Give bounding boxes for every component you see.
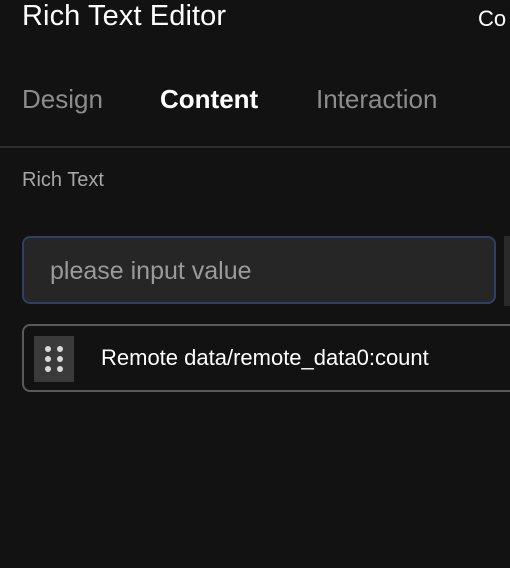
data-binding-label: Remote data/remote_data0:count: [101, 345, 429, 370]
rich-text-input[interactable]: [48, 238, 492, 304]
tab-design[interactable]: Design: [22, 84, 103, 115]
tab-content[interactable]: Content: [160, 84, 258, 115]
rich-text-label: Rich Text: [22, 169, 104, 191]
input-side-button[interactable]: [504, 236, 510, 306]
rich-text-input-container: [22, 236, 496, 304]
rich-text-editor-panel: Rich Text Editor Co Design Content Inter…: [0, 0, 510, 568]
tab-divider: [0, 146, 510, 148]
drag-handle-icon[interactable]: [34, 336, 74, 382]
panel-title: Rich Text Editor: [22, 0, 227, 32]
header-truncated-action[interactable]: Co: [478, 6, 506, 32]
data-binding-item: Remote data/remote_data0:count: [22, 324, 510, 392]
tab-interaction[interactable]: Interaction: [316, 84, 437, 115]
tab-bar: Design Content Interaction: [0, 84, 510, 124]
